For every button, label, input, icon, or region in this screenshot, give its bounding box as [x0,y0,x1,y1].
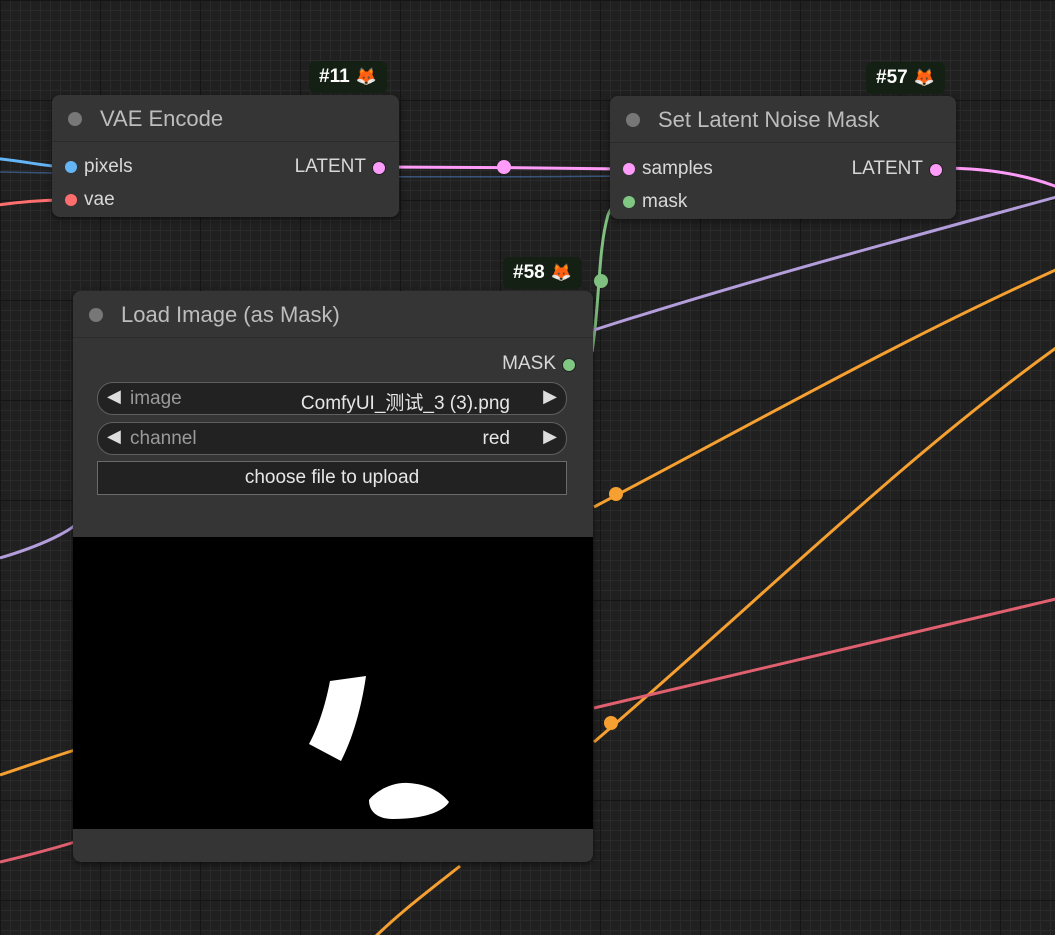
input-slot-mask[interactable]: mask [623,191,688,213]
widget-value: ComfyUI_测试_3 (3).png [300,393,510,414]
node-id-badge-11: #11 🦊 [309,61,387,93]
triangle-left-icon[interactable]: ◀ [107,426,121,447]
graph-canvas[interactable]: #11 🦊 VAE Encode pixels vae LATENT #57 🦊 S… [0,0,1055,935]
collapse-dot-icon[interactable] [626,113,640,127]
pin-icon[interactable] [929,163,943,177]
collapse-dot-icon[interactable] [68,112,82,126]
fox-icon: 🦊 [550,263,572,282]
output-slot-latent[interactable]: LATENT [851,158,943,180]
badge-id-text: #11 [319,66,350,87]
node-title: Load Image (as Mask) [121,302,340,327]
node-load-image-as-mask[interactable]: Load Image (as Mask) MASK ◀ image ComfyU… [73,291,593,862]
node-id-badge-58: #58 🦊 [503,257,582,289]
slot-label: mask [642,191,688,212]
slot-label: MASK [502,353,556,374]
node-title: VAE Encode [100,106,224,131]
input-slot-pixels[interactable]: pixels [65,156,133,178]
node-title-bar[interactable]: Set Latent Noise Mask [610,96,956,143]
link-orange-2 [0,748,76,777]
triangle-right-icon[interactable]: ▶ [543,426,557,447]
pin-icon[interactable] [562,358,576,372]
link-midpoint-orange-1[interactable] [609,487,623,501]
triangle-right-icon[interactable]: ▶ [543,386,557,407]
slot-label: LATENT [851,158,923,179]
mask-blob-bottom [309,676,366,761]
pin-icon[interactable] [65,161,77,173]
image-combo-widget[interactable]: ◀ image ComfyUI_测试_3 (3).png ▶ [97,382,567,415]
slot-label: pixels [84,156,133,177]
link-midpoint-latent[interactable] [497,160,511,174]
node-title-bar[interactable]: VAE Encode [52,95,399,142]
node-set-latent-noise-mask[interactable]: Set Latent Noise Mask samples mask LATEN… [610,96,956,219]
badge-id-text: #58 [513,262,545,283]
mask-blob-top [369,782,449,819]
widget-label: channel [130,428,197,449]
link-orange-1 [593,268,1055,509]
output-slot-latent[interactable]: LATENT [294,156,386,178]
badge-id-text: #57 [876,67,908,88]
node-vae-encode[interactable]: VAE Encode pixels vae LATENT [52,95,399,217]
widget-label: image [130,388,182,409]
fox-icon: 🦊 [913,68,935,87]
collapse-dot-icon[interactable] [89,308,103,322]
pin-icon[interactable] [623,196,635,208]
link-orange-3 [593,346,1055,744]
pin-icon[interactable] [623,163,635,175]
link-midpoint-orange-3[interactable] [604,716,618,730]
slot-label: LATENT [294,156,366,177]
node-id-badge-57: #57 🦊 [866,62,945,94]
link-red-2 [0,840,76,864]
node-title-bar[interactable]: Load Image (as Mask) [73,291,593,338]
triangle-left-icon[interactable]: ◀ [107,386,121,407]
node-title: Set Latent Noise Mask [658,107,880,132]
widget-value: red [482,428,510,449]
choose-file-button[interactable]: choose file to upload [97,461,567,495]
mask-preview-image [73,537,593,829]
slot-label: samples [642,158,713,179]
channel-combo-widget[interactable]: ◀ channel red ▶ [97,422,567,455]
input-slot-vae[interactable]: vae [65,189,115,211]
slot-label: vae [84,189,115,210]
mask-preview-shapes [309,676,449,819]
fox-icon: 🦊 [355,67,377,86]
pin-icon[interactable] [372,161,386,175]
pin-icon[interactable] [65,194,77,206]
input-slot-samples[interactable]: samples [623,158,713,180]
link-red-1 [593,597,1055,710]
output-slot-mask[interactable]: MASK [502,353,576,375]
link-latent-out [939,166,1055,188]
link-orange-4 [374,864,461,935]
link-midpoint-mask[interactable] [594,274,608,288]
